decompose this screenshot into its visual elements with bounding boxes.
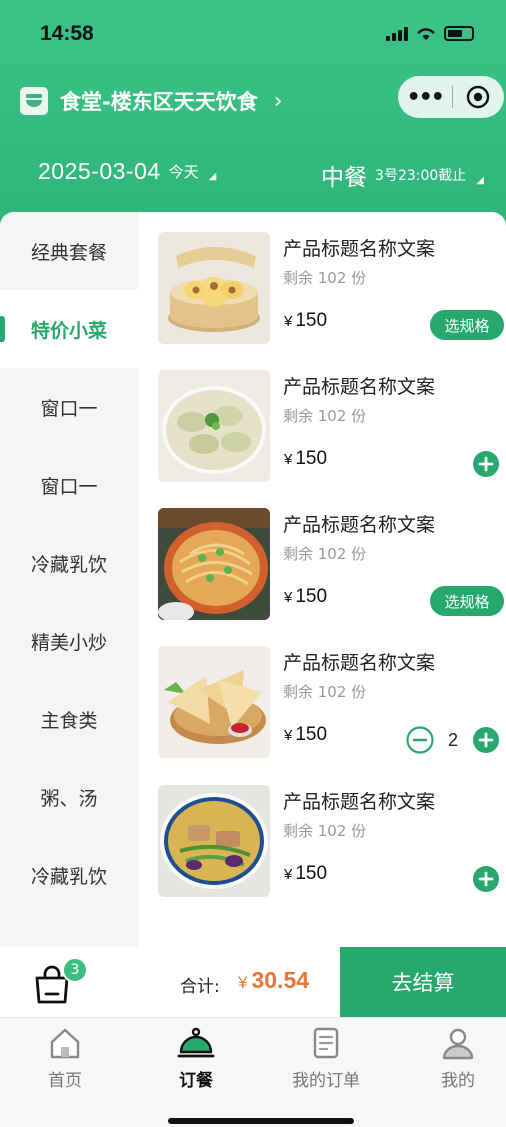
- user-icon: [442, 1028, 474, 1060]
- home-icon: [50, 1028, 80, 1059]
- total-value: 30.54: [251, 967, 310, 993]
- tab-label: 首页: [48, 1071, 82, 1091]
- date-note: 今天: [168, 163, 199, 181]
- order-list-icon: [313, 1027, 339, 1059]
- wifi-icon: [417, 28, 435, 40]
- category-item[interactable]: 精美小炒: [0, 602, 138, 680]
- category-item[interactable]: 粥、汤: [0, 758, 138, 836]
- product-price: ¥150: [284, 310, 327, 332]
- cloche-icon: [177, 1027, 215, 1058]
- product-stock: 剩余 102 份: [283, 407, 367, 425]
- quantity-value: 2: [447, 729, 458, 750]
- product-title: 产品标题名称文案: [283, 238, 436, 260]
- tab-mine[interactable]: 我的: [395, 1026, 506, 1091]
- product-stock: 剩余 102 份: [283, 269, 367, 287]
- product-title: 产品标题名称文案: [283, 376, 436, 398]
- store-selector[interactable]: 食堂-楼东区天天饮食 ›: [20, 86, 283, 116]
- select-spec-button[interactable]: 选规格: [430, 586, 504, 616]
- price-value: 150: [295, 310, 328, 331]
- product-stock: 剩余 102 份: [283, 683, 367, 701]
- status-time: 14:58: [40, 22, 94, 45]
- total-label: 合计:: [180, 977, 220, 997]
- date-value: 2025-03-04: [38, 158, 161, 184]
- category-item[interactable]: 冷藏乳饮: [0, 836, 138, 914]
- product-card[interactable]: 产品标题名称文案 剩余 102 份 ¥150: [158, 370, 506, 482]
- meal-value: 中餐: [321, 165, 368, 191]
- close-target-icon[interactable]: [452, 85, 504, 109]
- category-item-active[interactable]: 特价小菜: [0, 290, 138, 368]
- currency-symbol: ¥: [284, 727, 293, 744]
- date-selector[interactable]: 2025-03-04 今天 ◢: [38, 158, 216, 185]
- quantity-stepper: 2: [406, 726, 500, 754]
- add-icon[interactable]: [472, 726, 500, 754]
- tab-my-orders[interactable]: 我的订单: [263, 1026, 389, 1091]
- bowl-icon: [20, 87, 48, 115]
- currency-symbol: ¥: [284, 589, 293, 606]
- category-item[interactable]: 经典套餐: [0, 212, 138, 290]
- home-indicator: [168, 1118, 354, 1124]
- tab-label: 订餐: [179, 1071, 213, 1091]
- product-title: 产品标题名称文案: [283, 514, 436, 536]
- mini-program-capsule: •••: [398, 76, 504, 118]
- product-stock: 剩余 102 份: [283, 545, 367, 563]
- cart-count-badge: 3: [62, 957, 88, 983]
- price-value: 150: [295, 724, 328, 745]
- dropdown-icon: ◢: [208, 171, 217, 182]
- dropdown-icon: ◢: [476, 174, 484, 186]
- category-sidebar: 经典套餐 特价小菜 窗口一 窗口一 冷藏乳饮 精美小炒 主食类 粥、汤 冷藏乳饮: [0, 212, 138, 947]
- meal-selector[interactable]: 中餐 3号23:00截止 ◢: [321, 158, 484, 192]
- category-item[interactable]: 冷藏乳饮: [0, 524, 138, 602]
- store-name: 食堂-楼东区天天饮食: [60, 90, 258, 114]
- status-icons: [386, 26, 474, 41]
- category-item[interactable]: 窗口一: [0, 368, 138, 446]
- menu-content: 经典套餐 特价小菜 窗口一 窗口一 冷藏乳饮 精美小炒 主食类 粥、汤 冷藏乳饮: [0, 212, 506, 947]
- select-spec-button[interactable]: 选规格: [430, 310, 504, 340]
- price-value: 150: [295, 448, 328, 469]
- minus-icon[interactable]: [406, 726, 434, 754]
- product-image-noodles: [158, 508, 270, 620]
- product-image-steamed-buns: [158, 232, 270, 344]
- product-stock: 剩余 102 份: [283, 822, 367, 840]
- price-value: 150: [295, 586, 328, 607]
- battery-icon: [444, 26, 474, 41]
- currency-symbol: ¥: [284, 866, 293, 883]
- product-price: ¥150: [284, 448, 327, 470]
- category-item[interactable]: 主食类: [0, 680, 138, 758]
- category-item[interactable]: 窗口一: [0, 446, 138, 524]
- product-image-curry: [158, 785, 270, 897]
- product-price: ¥150: [284, 863, 327, 885]
- more-icon[interactable]: •••: [398, 85, 452, 110]
- product-image-dumplings: [158, 370, 270, 482]
- currency-symbol: ¥: [238, 973, 248, 992]
- chevron-right-icon: ›: [273, 88, 283, 114]
- add-icon[interactable]: [472, 450, 500, 478]
- checkout-button[interactable]: 去结算: [340, 947, 506, 1017]
- tab-home[interactable]: 首页: [2, 1026, 128, 1091]
- product-card[interactable]: 产品标题名称文案 剩余 102 份 ¥150 选规格: [158, 232, 506, 344]
- cart-bar: 3 合计: ¥30.54 去结算: [0, 947, 506, 1017]
- product-card[interactable]: 产品标题名称文案 剩余 102 份 ¥150: [158, 785, 506, 897]
- product-card[interactable]: 产品标题名称文案 剩余 102 份 ¥150 选规格: [158, 508, 506, 620]
- product-title: 产品标题名称文案: [283, 791, 436, 813]
- tab-label: 我的订单: [292, 1071, 360, 1091]
- product-image-samosas: [158, 646, 270, 758]
- product-price: ¥150: [284, 586, 327, 608]
- total-price: ¥30.54: [238, 967, 309, 994]
- status-bar: 14:58: [0, 0, 506, 70]
- product-card[interactable]: 产品标题名称文案 剩余 102 份 ¥150 2: [158, 646, 506, 758]
- tab-bar: 首页 订餐 我的订单 我的: [0, 1017, 506, 1127]
- tab-label: 我的: [441, 1071, 475, 1091]
- price-value: 150: [295, 863, 328, 884]
- add-icon[interactable]: [472, 865, 500, 893]
- tab-order-food[interactable]: 订餐: [133, 1026, 259, 1091]
- currency-symbol: ¥: [284, 313, 293, 330]
- currency-symbol: ¥: [284, 451, 293, 468]
- product-title: 产品标题名称文案: [283, 652, 436, 674]
- signal-icon: [386, 26, 408, 41]
- meal-deadline: 3号23:00截止: [375, 168, 467, 184]
- product-price: ¥150: [284, 724, 327, 746]
